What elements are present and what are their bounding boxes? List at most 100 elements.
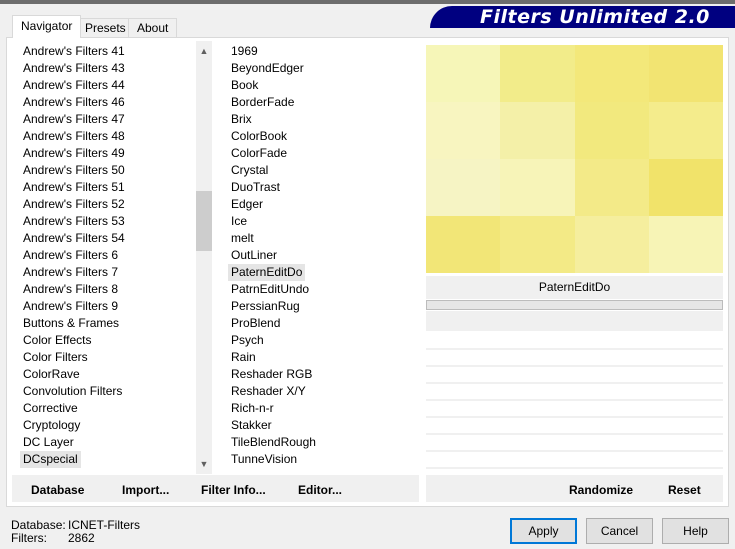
list-item[interactable]: DC Layer xyxy=(23,434,74,451)
editor-button[interactable]: Editor... xyxy=(298,483,342,497)
list-item[interactable]: Andrew's Filters 41 xyxy=(23,43,125,60)
preview-tile xyxy=(574,159,649,216)
list-item[interactable]: Andrew's Filters 43 xyxy=(23,60,125,77)
randomize-button[interactable]: Randomize xyxy=(569,483,633,497)
list-item[interactable]: Andrew's Filters 6 xyxy=(23,247,118,264)
list-item[interactable]: OutLiner xyxy=(231,247,277,264)
parameter-divider xyxy=(426,399,723,401)
database-label: Database: xyxy=(11,518,66,532)
scrollbar-thumb[interactable] xyxy=(196,191,212,251)
list-item[interactable]: Cryptology xyxy=(23,417,80,434)
preview-tile xyxy=(648,216,723,273)
help-button[interactable]: Help xyxy=(662,518,729,544)
list-item[interactable]: BorderFade xyxy=(231,94,294,111)
preview-tile xyxy=(500,159,575,216)
list-item[interactable]: Andrew's Filters 49 xyxy=(23,145,125,162)
list-item[interactable]: melt xyxy=(231,230,254,247)
list-item[interactable]: Andrew's Filters 8 xyxy=(23,281,118,298)
preview-tile xyxy=(648,45,723,102)
preview-tile xyxy=(648,159,723,216)
list-item[interactable]: PaternEditDo xyxy=(228,264,306,281)
preview-tile xyxy=(426,216,501,273)
list-item[interactable]: Andrew's Filters 47 xyxy=(23,111,125,128)
preview-tile xyxy=(426,45,501,102)
filter-info-button[interactable]: Filter Info... xyxy=(201,483,266,497)
list-item[interactable]: Corrective xyxy=(23,400,78,417)
parameter-divider xyxy=(426,348,723,350)
list-item[interactable]: Andrew's Filters 50 xyxy=(23,162,125,179)
preview-tile xyxy=(574,45,649,102)
window-top-border xyxy=(0,0,735,4)
list-item[interactable]: PatrnEditUndo xyxy=(231,281,309,298)
list-item[interactable]: Andrew's Filters 7 xyxy=(23,264,118,281)
list-item[interactable]: BeyondEdger xyxy=(231,60,304,77)
preview-tile xyxy=(500,45,575,102)
tab-about[interactable]: About xyxy=(128,18,178,38)
list-item[interactable]: TunneVision xyxy=(231,451,297,468)
list-item[interactable]: Edger xyxy=(231,196,263,213)
parameter-divider xyxy=(426,382,723,384)
tab-presets[interactable]: Presets xyxy=(76,18,135,38)
filter-list[interactable]: 1969 BeyondEdger Book BorderFade Brix ColorBo… xyxy=(220,41,419,474)
filters-count-label: Filters: xyxy=(11,531,47,545)
scroll-down-icon[interactable]: ▼ xyxy=(196,456,212,472)
list-item[interactable]: Color Filters xyxy=(23,349,88,366)
list-item[interactable]: TileBlendRough xyxy=(231,434,316,451)
database-button[interactable]: Database xyxy=(31,483,84,497)
preview-image xyxy=(426,45,723,273)
category-list[interactable]: Andrew's Filters 41 Andrew's Filters 43 An… xyxy=(12,41,196,474)
list-item[interactable]: Andrew's Filters 53 xyxy=(23,213,125,230)
filters-count-value: 2862 xyxy=(68,531,95,545)
preview-tile xyxy=(426,102,501,159)
navigator-button-bar: Database Import... Filter Info... Editor… xyxy=(12,475,419,502)
list-item[interactable]: Brix xyxy=(231,111,252,128)
list-item[interactable]: Andrew's Filters 46 xyxy=(23,94,125,111)
parameter-divider xyxy=(426,467,723,469)
list-item[interactable]: DCspecial xyxy=(20,451,81,468)
category-scrollbar[interactable]: ▲ ▼ xyxy=(196,41,212,474)
list-item[interactable]: 1969 xyxy=(231,43,258,60)
reset-button[interactable]: Reset xyxy=(668,483,701,497)
list-item[interactable]: DuoTrast xyxy=(231,179,280,196)
list-item[interactable]: Stakker xyxy=(231,417,272,434)
parameter-divider xyxy=(426,416,723,418)
list-item[interactable]: Andrew's Filters 9 xyxy=(23,298,118,315)
list-item[interactable]: Andrew's Filters 54 xyxy=(23,230,125,247)
list-item[interactable]: Andrew's Filters 51 xyxy=(23,179,125,196)
list-item[interactable]: ColorBook xyxy=(231,128,287,145)
list-item[interactable]: Ice xyxy=(231,213,247,230)
preview-tile xyxy=(500,216,575,273)
list-item[interactable]: Book xyxy=(231,77,258,94)
list-item[interactable]: Andrew's Filters 52 xyxy=(23,196,125,213)
list-item[interactable]: Reshader X/Y xyxy=(231,383,306,400)
list-item[interactable]: Reshader RGB xyxy=(231,366,312,383)
list-item[interactable]: Buttons & Frames xyxy=(23,315,119,332)
list-item[interactable]: Rain xyxy=(231,349,256,366)
list-item[interactable]: ColorRave xyxy=(23,366,80,383)
list-item[interactable]: ProBlend xyxy=(231,315,280,332)
list-item[interactable]: Andrew's Filters 44 xyxy=(23,77,125,94)
preview-filter-name: PaternEditDo xyxy=(426,276,723,299)
preview-tile xyxy=(574,102,649,159)
import-button[interactable]: Import... xyxy=(122,483,169,497)
preview-tile xyxy=(648,102,723,159)
list-item[interactable]: Crystal xyxy=(231,162,268,179)
parameter-divider xyxy=(426,365,723,367)
preview-button-bar: Randomize Reset xyxy=(426,475,723,502)
list-item[interactable]: Psych xyxy=(231,332,264,349)
list-item[interactable]: PerssianRug xyxy=(231,298,300,315)
scroll-up-icon[interactable]: ▲ xyxy=(196,43,212,59)
list-item[interactable]: Convolution Filters xyxy=(23,383,122,400)
progress-bar xyxy=(426,300,723,310)
database-value: ICNET-Filters xyxy=(68,518,140,532)
preview-tile xyxy=(574,216,649,273)
list-item[interactable]: Rich-n-r xyxy=(231,400,274,417)
parameter-area xyxy=(426,311,723,331)
list-item[interactable]: ColorFade xyxy=(231,145,287,162)
apply-button[interactable]: Apply xyxy=(510,518,577,544)
preview-tile xyxy=(426,159,501,216)
tab-navigator[interactable]: Navigator xyxy=(12,15,82,38)
list-item[interactable]: Andrew's Filters 48 xyxy=(23,128,125,145)
list-item[interactable]: Color Effects xyxy=(23,332,91,349)
cancel-button[interactable]: Cancel xyxy=(586,518,653,544)
